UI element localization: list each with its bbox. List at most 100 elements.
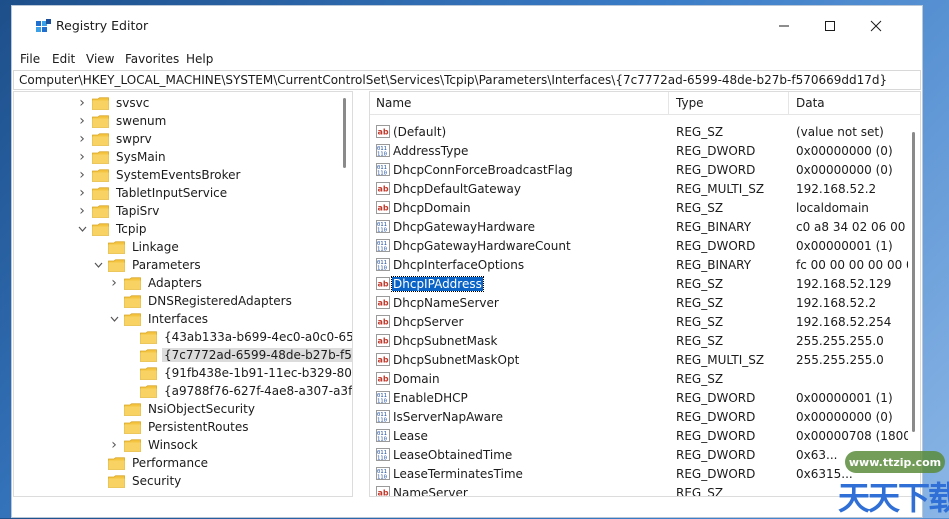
menu-help[interactable]: Help xyxy=(186,52,213,66)
tree-item[interactable]: Interfaces xyxy=(108,310,210,328)
registry-value-row[interactable]: 011 110 EnableDHCP REG_DWORD 0x00000001 (1) xyxy=(370,389,920,408)
chevron-down-icon[interactable] xyxy=(76,223,88,235)
tree-item[interactable]: › swenum xyxy=(76,112,168,130)
menu-favorites[interactable]: Favorites xyxy=(125,52,179,66)
registry-value-row[interactable]: 011 110 DhcpConnForceBroadcastFlag REG_DWOR… xyxy=(370,161,920,180)
list-scrollbar-thumb[interactable] xyxy=(912,132,915,432)
column-header-data[interactable]: Data xyxy=(796,96,825,110)
value-data: 0x00000001 (1) xyxy=(796,391,893,405)
value-data: c0 a8 34 02 06 00 00 0 xyxy=(796,220,908,234)
tree-item[interactable]: › Adapters xyxy=(108,274,204,292)
value-name: DhcpInterfaceOptions xyxy=(393,258,525,272)
tree-item[interactable]: {43ab133a-b699-4ec0-a0c0-655e2e xyxy=(124,328,352,346)
svg-text:ab: ab xyxy=(378,204,389,213)
tree-item[interactable]: NsiObjectSecurity xyxy=(108,400,257,418)
chevron-right-icon[interactable]: › xyxy=(76,185,88,201)
tree-item[interactable]: {a9788f76-627f-4ae8-a307-a3fd89 xyxy=(124,382,352,400)
chevron-right-icon[interactable]: › xyxy=(76,203,88,219)
registry-value-row[interactable]: ab (Default) REG_SZ (value not set) xyxy=(370,123,920,142)
registry-value-row[interactable]: ab DhcpNameServer REG_SZ 192.168.52.2 xyxy=(370,294,920,313)
tree-item[interactable]: › SysMain xyxy=(76,148,168,166)
registry-value-row[interactable]: 011 110 DhcpGatewayHardwareCount REG_DWORD 0… xyxy=(370,237,920,256)
value-type: REG_SZ xyxy=(676,334,724,348)
chevron-right-icon[interactable]: › xyxy=(76,131,88,147)
title-bar[interactable]: Registry Editor xyxy=(12,6,922,46)
tree-item[interactable]: {7c7772ad-6599-48de-b27b-f57066 xyxy=(124,346,352,364)
value-name: Lease xyxy=(393,429,428,443)
tree-item[interactable]: Performance xyxy=(92,454,210,472)
close-button[interactable] xyxy=(853,10,899,42)
address-bar[interactable]: Computer\HKEY_LOCAL_MACHINE\SYSTEM\Curre… xyxy=(13,70,921,90)
tree-item[interactable]: Parameters xyxy=(92,256,203,274)
tree-item[interactable]: › TapiSrv xyxy=(76,202,161,220)
minimize-button[interactable] xyxy=(761,10,807,42)
string-value-icon: ab xyxy=(376,372,390,385)
column-header-type[interactable]: Type xyxy=(676,96,704,110)
value-type: REG_SZ xyxy=(676,277,724,291)
folder-icon xyxy=(140,348,157,362)
key-tree-pane[interactable]: › svsvc › swenum › swprv › SysMain › SystemEvents… xyxy=(13,91,353,497)
tree-item-label: SystemEventsBroker xyxy=(116,168,241,182)
registry-value-row[interactable]: ab DhcpDomain REG_SZ localdomain xyxy=(370,199,920,218)
registry-value-row[interactable]: ab DhcpSubnetMaskOpt REG_MULTI_SZ 255.255.2… xyxy=(370,351,920,370)
value-name: LeaseObtainedTime xyxy=(393,448,513,462)
watermark-brand: 天天下载 xyxy=(838,479,949,517)
tree-item[interactable]: PersistentRoutes xyxy=(108,418,250,436)
registry-value-row[interactable]: ab DhcpIPAddress REG_SZ 192.168.52.129 xyxy=(370,275,920,294)
tree-item[interactable]: Security xyxy=(92,472,183,490)
registry-value-row[interactable]: 011 110 AddressType REG_DWORD 0x00000000 (0) xyxy=(370,142,920,161)
tree-item[interactable]: DNSRegisteredAdapters xyxy=(108,292,294,310)
folder-icon xyxy=(124,312,141,326)
registry-value-row[interactable]: ab DhcpDefaultGateway REG_MULTI_SZ 192.168.… xyxy=(370,180,920,199)
value-name: AddressType xyxy=(393,144,469,158)
chevron-right-icon[interactable]: › xyxy=(108,275,120,291)
registry-value-row[interactable]: ab DhcpServer REG_SZ 192.168.52.254 xyxy=(370,313,920,332)
registry-editor-window: Registry Editor File Edit View Favorites… xyxy=(11,5,923,518)
registry-value-row[interactable]: 011 110 DhcpGatewayHardware REG_BINARY c0 a8… xyxy=(370,218,920,237)
registry-value-row[interactable]: 011 110 Lease REG_DWORD 0x00000708 (1800) xyxy=(370,427,920,446)
tree-item-label: PersistentRoutes xyxy=(148,420,249,434)
tree-item[interactable]: Tcpip xyxy=(76,220,148,238)
tree-item[interactable]: › Winsock xyxy=(108,436,200,454)
chevron-right-icon[interactable]: › xyxy=(108,437,120,453)
registry-value-row[interactable]: ab DhcpSubnetMask REG_SZ 255.255.255.0 xyxy=(370,332,920,351)
registry-value-row[interactable]: ab Domain REG_SZ xyxy=(370,370,920,389)
menu-edit[interactable]: Edit xyxy=(52,52,75,66)
registry-value-row[interactable]: 011 110 IsServerNapAware REG_DWORD 0x0000000… xyxy=(370,408,920,427)
values-list-pane[interactable]: Name Type Data ab (Default) REG_SZ (value n… xyxy=(369,91,921,497)
window-title: Registry Editor xyxy=(56,18,149,33)
tree-item[interactable]: › TabletInputService xyxy=(76,184,229,202)
value-name: DhcpServer xyxy=(393,315,464,329)
value-name: EnableDHCP xyxy=(393,391,468,405)
tree-item[interactable]: › swprv xyxy=(76,130,154,148)
string-value-icon: ab xyxy=(376,125,390,138)
tree-item[interactable]: {91fb438e-1b91-11ec-b329-806e6f xyxy=(124,364,352,382)
tree-scrollbar-thumb[interactable] xyxy=(343,98,346,168)
registry-value-row[interactable]: 011 110 DhcpInterfaceOptions REG_BINARY fc 0… xyxy=(370,256,920,275)
chevron-right-icon[interactable]: › xyxy=(76,95,88,111)
tree-item[interactable]: › svsvc xyxy=(76,94,151,112)
column-header-name[interactable]: Name xyxy=(376,96,411,110)
chevron-right-icon[interactable]: › xyxy=(76,167,88,183)
folder-icon xyxy=(124,402,141,416)
tree-item-label: swenum xyxy=(116,114,167,128)
menu-view[interactable]: View xyxy=(86,52,114,66)
binary-value-icon: 011 110 xyxy=(376,467,390,481)
svg-text:ab: ab xyxy=(378,489,389,498)
value-data: 255.255.255.0 xyxy=(796,334,884,348)
svg-text:ab: ab xyxy=(378,337,389,346)
tree-item[interactable]: Linkage xyxy=(92,238,181,256)
value-data: 192.168.52.2 xyxy=(796,182,877,196)
maximize-button[interactable] xyxy=(807,10,853,42)
tree-item[interactable]: › SystemEventsBroker xyxy=(76,166,242,184)
tree-item-label: Tcpip xyxy=(116,222,147,236)
chevron-down-icon[interactable] xyxy=(92,259,104,271)
chevron-right-icon[interactable]: › xyxy=(76,113,88,129)
chevron-down-icon[interactable] xyxy=(108,313,120,325)
menu-file[interactable]: File xyxy=(20,52,40,66)
folder-icon xyxy=(108,474,125,488)
value-type: REG_SZ xyxy=(676,296,724,310)
chevron-right-icon[interactable]: › xyxy=(76,149,88,165)
